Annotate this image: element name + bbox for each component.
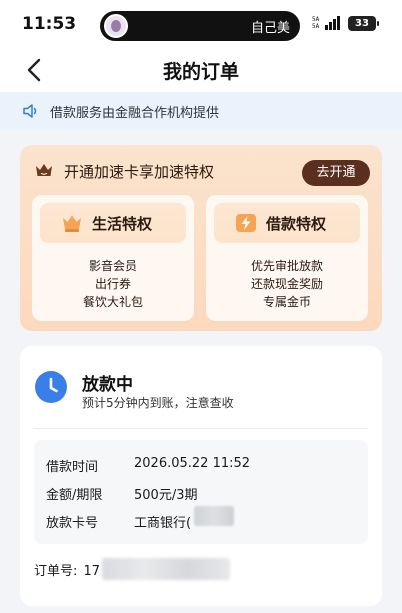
clock-icon — [35, 371, 67, 403]
redacted-card-number — [194, 506, 234, 526]
status-bar: 11:53 自己美 5A 5A 33 — [0, 0, 402, 48]
divider — [34, 428, 368, 429]
detail-value: 2026.05.22 11:52 — [134, 456, 251, 471]
perk-item: 优先审批放款 — [250, 259, 323, 273]
redacted-order-number — [102, 558, 230, 580]
speaker-icon — [23, 104, 37, 118]
page-title: 我的订单 — [162, 61, 239, 83]
nav-bar: 我的订单 — [0, 48, 402, 92]
perk-item: 影音会员 — [88, 259, 137, 273]
signal-icon: 5A 5A — [312, 16, 340, 30]
perk-item: 专属金币 — [262, 295, 311, 309]
contact-name: 自己美 — [250, 21, 290, 36]
order-number-label: 订单号: — [34, 564, 78, 579]
notice-bar: 借款服务由金融合作机构提供 — [0, 92, 402, 130]
detail-label: 金额/期限 — [46, 488, 103, 503]
dynamic-island[interactable]: 自己美 — [100, 11, 300, 41]
crown-cup-icon — [63, 215, 81, 232]
perk-header: 借款特权 — [214, 203, 360, 243]
perk-item: 还款现金奖励 — [250, 277, 323, 291]
detail-label: 放款卡号 — [46, 516, 99, 531]
battery-icon: 33 — [348, 16, 379, 31]
perk-list: 优先审批放款 还款现金奖励 专属金币 — [206, 257, 368, 311]
detail-label: 借款时间 — [46, 460, 99, 475]
accelerator-card: 开通加速卡享加速特权 去开通 生活特权 影音会员 出行券 餐饮大礼包 借款特权 … — [20, 145, 382, 331]
notice-text: 借款服务由金融合作机构提供 — [50, 106, 220, 121]
lightning-icon — [236, 214, 256, 232]
perk-item: 出行券 — [94, 277, 131, 291]
perk-list: 影音会员 出行券 餐饮大礼包 — [32, 257, 194, 311]
status-time: 11:53 — [22, 14, 77, 34]
life-perk-card[interactable]: 生活特权 影音会员 出行券 餐饮大礼包 — [32, 195, 194, 321]
perk-header: 生活特权 — [40, 203, 186, 243]
crown-icon — [36, 164, 52, 176]
order-number: 订单号: 17 — [34, 560, 100, 579]
detail-value: 工商银行( — [134, 516, 192, 531]
detail-value: 500元/3期 — [134, 488, 198, 503]
order-number-value: 17 — [83, 564, 101, 579]
perk-title: 生活特权 — [92, 215, 153, 233]
order-card: 放款中 预计5分钟内到账，注意查收 借款时间 2026.05.22 11:52 … — [20, 346, 382, 606]
order-status-subtitle: 预计5分钟内到账，注意查收 — [82, 396, 234, 410]
loan-perk-card[interactable]: 借款特权 优先审批放款 还款现金奖励 专属金币 — [206, 195, 368, 321]
avatar — [104, 14, 128, 38]
perk-title: 借款特权 — [266, 215, 327, 233]
perk-item: 餐饮大礼包 — [82, 295, 143, 309]
order-status: 放款中 — [82, 375, 133, 395]
open-accelerator-button[interactable]: 去开通 — [302, 160, 370, 186]
promo-title: 开通加速卡享加速特权 — [64, 163, 215, 181]
order-details: 借款时间 2026.05.22 11:52 金额/期限 500元/3期 放款卡号… — [34, 440, 368, 544]
